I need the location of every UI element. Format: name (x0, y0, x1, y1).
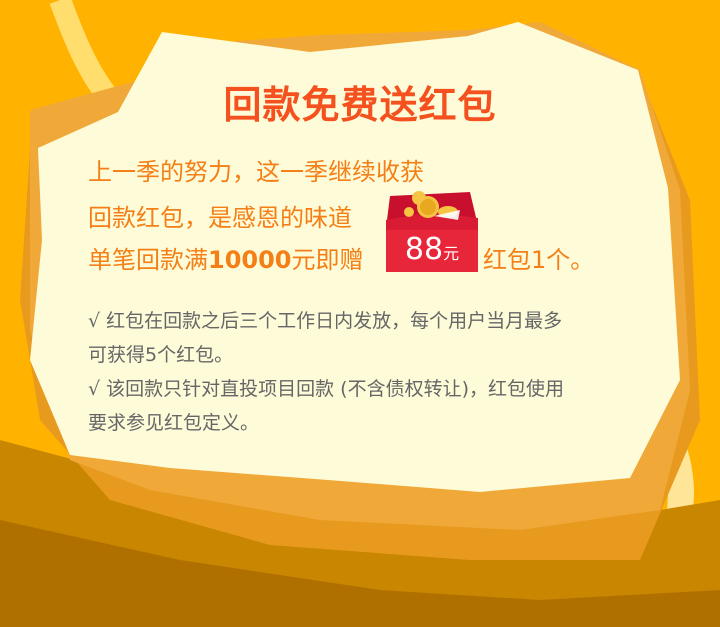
promo-line-3-prefix: 单笔回款满 (88, 246, 208, 274)
promo-line-3-suffix: 元即赠 (291, 246, 364, 274)
red-packet-value: 88 (404, 232, 444, 267)
note-line: 可获得5个红包。 (88, 344, 234, 366)
promo-line-3-tail: 红包1个。 (483, 246, 595, 274)
red-packet-amount: 88元 (392, 232, 472, 267)
promo-line-1: 上一季的努力，这一季继续收获 (88, 158, 424, 186)
page-title: 回款免费送红包 (223, 83, 497, 127)
promo-line-3: 单笔回款满10000元即赠 (88, 240, 364, 275)
promo-line-2: 回款红包，是感恩的味道 (88, 204, 352, 232)
red-packet-unit: 元 (443, 244, 460, 263)
promo-amount: 10000 (208, 246, 292, 274)
note-line: 要求参见红包定义。 (88, 412, 260, 434)
note-line: √ 红包在回款之后三个工作日内发放，每个用户当月最多 (88, 310, 563, 332)
note-line: √ 该回款只针对直投项目回款 (不含债权转让)，红包使用 (88, 378, 565, 400)
promo-card: 回款免费送红包 上一季的努力，这一季继续收获 回款红包，是感恩的味道 单笔回款满… (0, 0, 720, 627)
